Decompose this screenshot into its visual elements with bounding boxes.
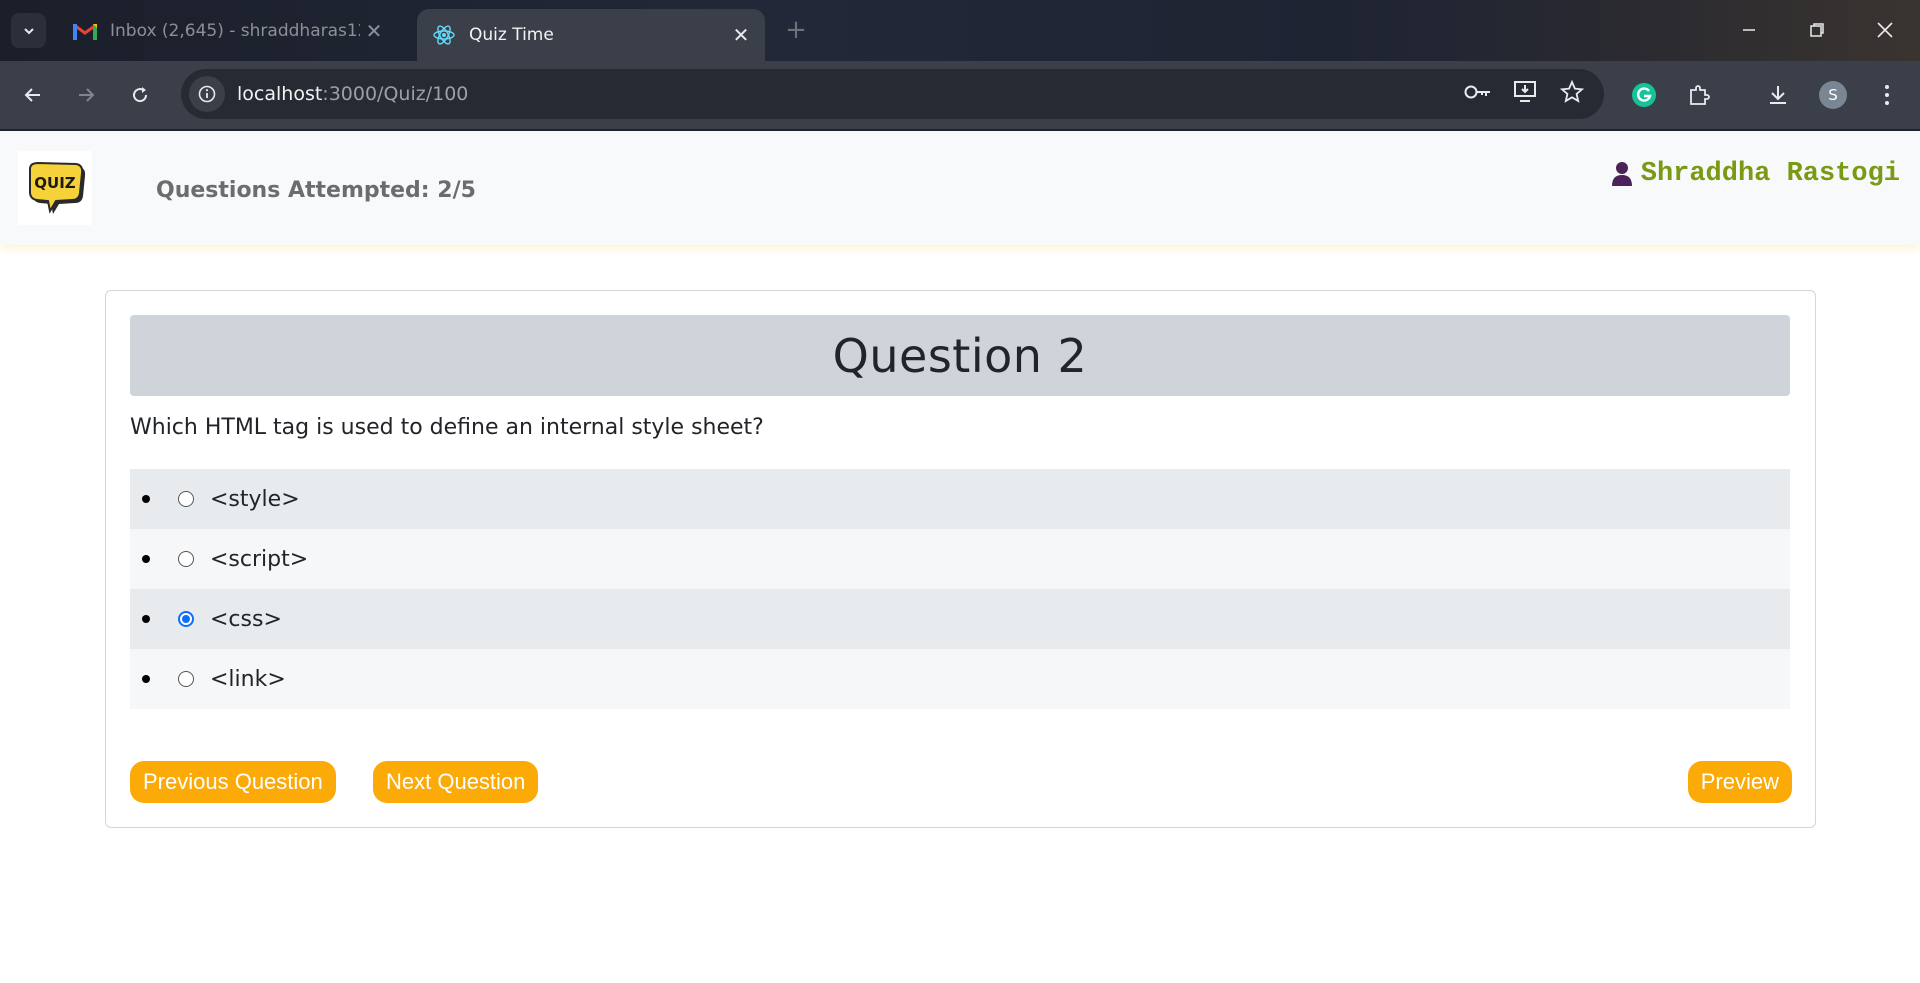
browser-toolbar: localhost:3000/Quiz/100 S bbox=[0, 61, 1920, 129]
reload-icon[interactable] bbox=[122, 77, 158, 113]
grammarly-icon[interactable] bbox=[1626, 77, 1662, 113]
option-radio-selected[interactable] bbox=[178, 611, 194, 627]
option-item[interactable]: <style> bbox=[130, 469, 1790, 529]
question-card: Question 2 Which HTML tag is used to def… bbox=[105, 290, 1816, 828]
option-radio[interactable] bbox=[178, 671, 194, 687]
window-close-icon[interactable] bbox=[1862, 10, 1908, 50]
option-label[interactable]: <script> bbox=[210, 547, 308, 572]
bullet-icon bbox=[142, 675, 150, 683]
option-radio[interactable] bbox=[178, 551, 194, 567]
logo-text: QUIZ bbox=[34, 174, 76, 192]
tab-title: Inbox (2,645) - shraddharas121 bbox=[110, 21, 360, 41]
password-key-icon[interactable] bbox=[1464, 84, 1492, 104]
url-text[interactable]: localhost:3000/Quiz/100 bbox=[237, 83, 468, 105]
tab-search-button[interactable] bbox=[11, 13, 46, 48]
bullet-icon bbox=[142, 495, 150, 503]
user-icon bbox=[1611, 162, 1632, 186]
gmail-icon bbox=[72, 20, 98, 42]
install-app-icon[interactable] bbox=[1514, 81, 1538, 107]
tab-quiz-time[interactable]: Quiz Time ✕ bbox=[417, 9, 765, 61]
bullet-icon bbox=[142, 615, 150, 623]
new-tab-plus-icon[interactable]: + bbox=[780, 14, 812, 46]
option-item[interactable]: <css> bbox=[130, 589, 1790, 649]
options-list: <style> <script> <css> <link> bbox=[130, 469, 1790, 709]
restore-icon[interactable] bbox=[1794, 10, 1840, 50]
option-label[interactable]: <css> bbox=[210, 607, 282, 632]
downloads-icon[interactable] bbox=[1760, 77, 1796, 113]
option-radio[interactable] bbox=[178, 491, 194, 507]
bullet-icon bbox=[142, 555, 150, 563]
app-header: QUIZ Questions Attempted: 2/5 Shraddha R… bbox=[0, 131, 1920, 245]
next-question-button[interactable]: Next Question bbox=[373, 761, 539, 803]
quiz-logo: QUIZ bbox=[18, 151, 92, 225]
user-name: Shraddha Rastogi bbox=[1640, 159, 1900, 189]
user-info[interactable]: Shraddha Rastogi bbox=[1611, 159, 1900, 189]
option-item[interactable]: <script> bbox=[130, 529, 1790, 589]
previous-question-button[interactable]: Previous Question bbox=[130, 761, 336, 803]
questions-attempted: Questions Attempted: 2/5 bbox=[156, 178, 476, 203]
close-icon[interactable]: ✕ bbox=[727, 21, 755, 49]
close-icon[interactable]: ✕ bbox=[360, 17, 388, 45]
option-label[interactable]: <link> bbox=[210, 667, 286, 692]
url-path: :3000/Quiz/100 bbox=[322, 83, 469, 105]
tab-gmail[interactable]: Inbox (2,645) - shraddharas121 ✕ bbox=[58, 10, 398, 52]
more-menu-icon[interactable] bbox=[1869, 77, 1905, 113]
back-arrow-icon[interactable] bbox=[15, 77, 51, 113]
bookmark-star-icon[interactable] bbox=[1559, 79, 1585, 108]
preview-button[interactable]: Preview bbox=[1687, 761, 1792, 803]
browser-tab-bar: Inbox (2,645) - shraddharas121 ✕ Quiz Ti… bbox=[0, 0, 1920, 61]
address-bar[interactable]: localhost:3000/Quiz/100 bbox=[181, 69, 1604, 119]
profile-avatar[interactable]: S bbox=[1819, 81, 1847, 109]
question-text: Which HTML tag is used to define an inte… bbox=[130, 415, 764, 440]
option-label[interactable]: <style> bbox=[210, 487, 300, 512]
extensions-puzzle-icon[interactable] bbox=[1681, 77, 1717, 113]
url-host: localhost bbox=[237, 83, 323, 105]
react-icon bbox=[431, 24, 457, 46]
option-item[interactable]: <link> bbox=[130, 649, 1790, 709]
site-info-icon[interactable] bbox=[189, 76, 225, 112]
tab-title: Quiz Time bbox=[469, 25, 554, 45]
minimize-icon[interactable] bbox=[1726, 10, 1772, 50]
forward-arrow-icon[interactable] bbox=[68, 77, 104, 113]
chevron-down-icon bbox=[23, 27, 34, 34]
question-header: Question 2 bbox=[130, 315, 1790, 396]
question-title: Question 2 bbox=[832, 328, 1088, 383]
